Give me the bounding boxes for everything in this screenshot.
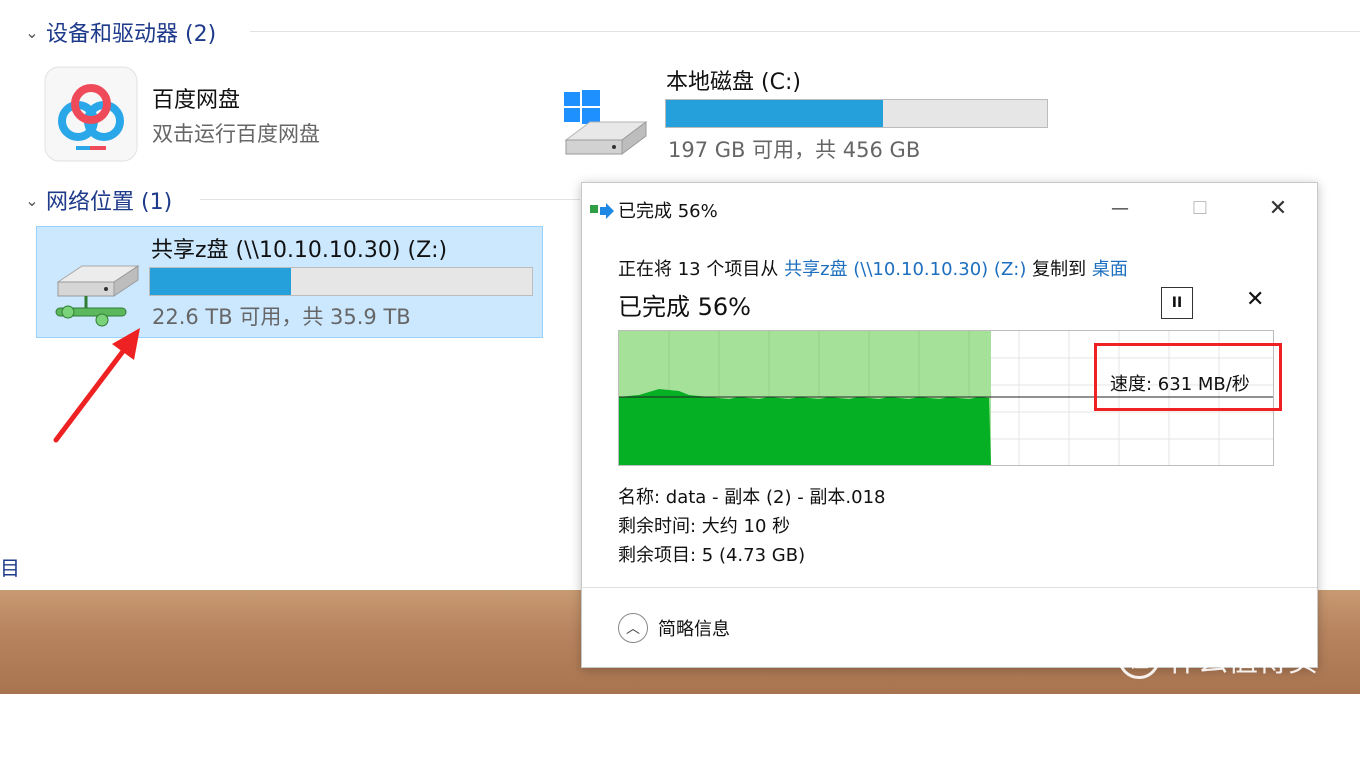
watermark-logo-icon: 值 — [1118, 637, 1160, 679]
pause-icon: II — [1171, 295, 1183, 311]
copy-progress-app-icon — [590, 203, 614, 219]
baidu-netdisk-icon — [44, 66, 138, 162]
section-divider — [250, 31, 1360, 32]
local-disk-usage-bar — [665, 99, 1048, 128]
description-mid: 复制到 — [1026, 259, 1092, 280]
local-disk-usage-text: 197 GB 可用，共 456 GB — [668, 138, 921, 162]
less-details-button[interactable]: ︿ 简略信息 — [618, 613, 730, 643]
chevron-up-icon: ︿ — [618, 613, 648, 643]
graph-speed-area — [619, 389, 991, 465]
left-edge-glyph: 目 — [0, 556, 20, 580]
share-drive-usage-fill — [150, 268, 292, 295]
close-icon: ✕ — [1268, 195, 1288, 221]
windows-drive-icon — [564, 90, 648, 155]
minimize-button[interactable]: — — [1100, 193, 1140, 223]
network-section-header[interactable]: ⌄ 网络位置 (1) — [18, 184, 172, 216]
time-remaining-line: 剩余时间: 大约 10 秒 — [618, 516, 791, 537]
speed-label: 速度: 631 MB/秒 — [1110, 374, 1250, 395]
file-name-line: 名称: data - 副本 (2) - 副本.018 — [618, 487, 886, 508]
watermark-text: 什么值得买 — [1168, 644, 1318, 679]
chevron-down-icon[interactable]: ⌄ — [18, 23, 46, 42]
items-remaining-line: 剩余项目: 5 (4.73 GB) — [618, 545, 806, 566]
less-details-label: 简略信息 — [658, 619, 730, 640]
dialog-footer-divider — [582, 587, 1317, 588]
minimize-icon: — — [1111, 197, 1129, 219]
destination-link[interactable]: 桌面 — [1092, 259, 1128, 280]
copy-description: 正在将 13 个项目从 共享z盘 (\\10.10.10.30) (Z:) 复制… — [618, 255, 1128, 281]
chevron-down-icon[interactable]: ⌄ — [18, 191, 46, 210]
section-divider — [200, 199, 580, 200]
cancel-copy-button[interactable]: ✕ — [1246, 287, 1264, 312]
local-disk-title: 本地磁盘 (C:) — [666, 70, 801, 95]
baidu-netdisk-title: 百度网盘 — [152, 88, 241, 113]
description-prefix: 正在将 13 个项目从 — [618, 259, 785, 280]
maximize-icon: ☐ — [1191, 197, 1209, 219]
annotation-arrow — [53, 328, 140, 443]
baidu-netdisk-subtitle: 双击运行百度网盘 — [152, 122, 320, 146]
watermark: 值 什么值得买 — [1118, 636, 1318, 680]
network-header-label: 网络位置 (1) — [46, 190, 173, 215]
window-close-button[interactable]: ✕ — [1258, 193, 1298, 223]
share-drive-usage-bar — [149, 267, 533, 296]
devices-section-header[interactable]: ⌄ 设备和驱动器 (2) — [18, 16, 216, 48]
local-disk-usage-fill — [666, 100, 884, 127]
pause-button[interactable]: II — [1161, 287, 1193, 319]
dialog-title: 已完成 56% — [618, 201, 718, 222]
maximize-button: ☐ — [1180, 193, 1220, 223]
share-drive-title: 共享z盘 (\\10.10.10.30) (Z:) — [151, 238, 448, 263]
close-icon: ✕ — [1246, 287, 1265, 312]
copy-progress-dialog: 已完成 56% — ☐ ✕ 正在将 13 个项目从 共享z盘 (\\10.10.… — [581, 182, 1318, 668]
source-link[interactable]: 共享z盘 (\\10.10.10.30) (Z:) — [784, 259, 1026, 280]
percent-complete: 已完成 56% — [618, 293, 751, 321]
devices-header-label: 设备和驱动器 (2) — [46, 22, 217, 47]
